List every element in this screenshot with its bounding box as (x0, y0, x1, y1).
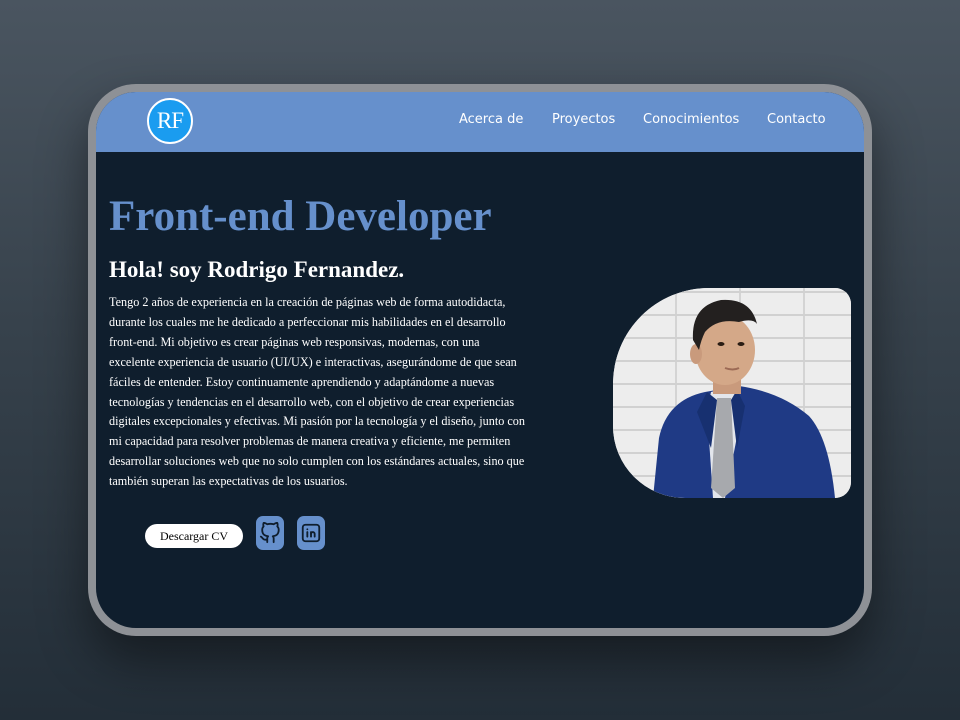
device-frame: RF Acerca de Proyectos Conocimientos Con… (88, 84, 872, 636)
github-link[interactable] (256, 516, 284, 550)
nav-link-conocimientos[interactable]: Conocimientos (643, 112, 739, 127)
download-cv-button[interactable]: Descargar CV (145, 524, 243, 548)
bio-paragraph: Tengo 2 años de experiencia en la creaci… (109, 295, 525, 489)
linkedin-link[interactable] (297, 516, 325, 550)
person-portrait (653, 299, 835, 498)
navbar: RF Acerca de Proyectos Conocimientos Con… (96, 92, 864, 152)
nav-link-acerca-de[interactable]: Acerca de (459, 112, 523, 127)
profile-photo (613, 288, 851, 498)
nav-link-contacto[interactable]: Contacto (767, 112, 826, 127)
browser-screen: RF Acerca de Proyectos Conocimientos Con… (96, 92, 864, 628)
hero-title: Front-end Developer (109, 193, 492, 240)
greeting-heading: Hola! soy Rodrigo Fernandez. (109, 257, 405, 282)
nav-link-proyectos[interactable]: Proyectos (552, 112, 615, 127)
logo-badge[interactable]: RF (147, 98, 193, 144)
linkedin-icon (301, 523, 321, 543)
github-icon (259, 522, 280, 544)
